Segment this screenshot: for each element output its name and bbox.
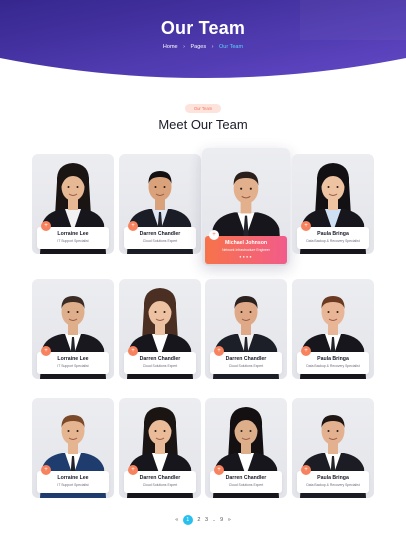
member-role: IT Support Specialist (57, 483, 89, 487)
chevron-right-icon: › (183, 44, 185, 50)
share-icon[interactable]: + (128, 346, 138, 356)
member-role: Cloud Solutions Expert (142, 364, 178, 368)
member-name: Lorraine Lee (57, 231, 89, 237)
share-icon[interactable]: + (214, 465, 224, 475)
share-icon[interactable]: + (128, 465, 138, 475)
social-links: ●●●● (205, 255, 287, 259)
team-card[interactable]: Lorraine Lee IT Support Specialist + (32, 279, 114, 379)
pagination-prev[interactable]: « (175, 517, 178, 523)
pagination-page-9[interactable]: 9 (220, 517, 223, 523)
share-icon[interactable]: + (214, 346, 224, 356)
page-title: Our Team (160, 18, 246, 38)
member-name: Paula Bringa (317, 356, 349, 362)
team-card[interactable]: Darren Chandler Cloud Solutions Expert + (119, 154, 201, 254)
team-card[interactable]: Paula Bringa Data Backup & Recovery Speci… (292, 154, 374, 254)
member-name: Lorraine Lee (57, 475, 89, 481)
member-name: Lorraine Lee (57, 356, 89, 362)
pagination-page-2[interactable]: 2 (197, 517, 200, 523)
team-card[interactable]: Lorraine Lee IT Support Specialist + (32, 398, 114, 498)
team-card[interactable]: Paula Bringa Data Backup & Recovery Speci… (292, 279, 374, 379)
member-name: Darren Chandler (225, 475, 267, 481)
hero-banner: Our Team Home › Pages › Our Team (0, 0, 406, 80)
member-role: Cloud Solutions Expert (228, 364, 264, 368)
pagination: « 1 2 3 .. 9 » (0, 515, 406, 525)
team-card[interactable]: Michael Johnson Network Infrastructure En… (202, 148, 290, 266)
section-badge: Our Team (185, 104, 221, 113)
pagination-next[interactable]: » (228, 517, 231, 523)
team-card[interactable]: Lorraine Lee IT Support Specialist + (32, 154, 114, 254)
member-name: Paula Bringa (317, 231, 349, 237)
team-card[interactable]: Darren Chandler Cloud Solutions Expert + (119, 398, 201, 498)
share-icon[interactable]: + (301, 465, 311, 475)
member-role: IT Support Specialist (57, 239, 89, 243)
member-role: Data Backup & Recovery Specialist (306, 239, 360, 243)
member-name: Darren Chandler (225, 356, 267, 362)
breadcrumb-home[interactable]: Home (163, 44, 178, 50)
member-role: Data Backup & Recovery Specialist (306, 364, 360, 368)
hero-background (0, 0, 406, 78)
section-title: Meet Our Team (158, 117, 248, 132)
member-name: Darren Chandler (139, 475, 181, 481)
share-icon[interactable]: + (301, 221, 311, 231)
member-role: Network Infrastructure Engineer (222, 248, 270, 252)
share-icon[interactable]: + (128, 221, 138, 231)
chevron-right-icon: › (211, 44, 214, 50)
breadcrumb-pages[interactable]: Pages (191, 44, 207, 50)
member-role: Cloud Solutions Expert (228, 483, 264, 487)
member-role: IT Support Specialist (57, 364, 89, 368)
share-icon[interactable]: + (209, 230, 219, 240)
member-role: Cloud Solutions Expert (142, 239, 178, 243)
pagination-ellipsis: .. (212, 517, 216, 523)
share-icon[interactable]: + (41, 221, 51, 231)
linkedin-icon[interactable]: ● (249, 255, 252, 259)
share-icon[interactable]: + (301, 346, 311, 356)
member-name: Michael Johnson (224, 240, 268, 246)
member-name: Darren Chandler (139, 356, 181, 362)
breadcrumb: Home › Pages › Our Team (0, 44, 406, 50)
member-name: Paula Bringa (317, 475, 349, 481)
member-role: Data Backup & Recovery Specialist (306, 483, 360, 487)
pagination-page-1[interactable]: 1 (182, 515, 193, 525)
member-role: Cloud Solutions Expert (142, 483, 178, 487)
team-card[interactable]: Paula Bringa Data Backup & Recovery Speci… (292, 398, 374, 498)
member-info: Michael Johnson Network Infrastructure En… (205, 236, 287, 264)
share-icon[interactable]: + (41, 465, 51, 475)
pagination-page-3[interactable]: 3 (205, 517, 208, 523)
share-icon[interactable]: + (41, 346, 51, 356)
breadcrumb-current: Our Team (219, 44, 244, 50)
team-card[interactable]: Darren Chandler Cloud Solutions Expert + (205, 398, 287, 498)
team-card[interactable]: Darren Chandler Cloud Solutions Expert + (119, 279, 201, 379)
team-card[interactable]: Darren Chandler Cloud Solutions Expert + (205, 279, 287, 379)
member-name: Darren Chandler (139, 231, 181, 237)
